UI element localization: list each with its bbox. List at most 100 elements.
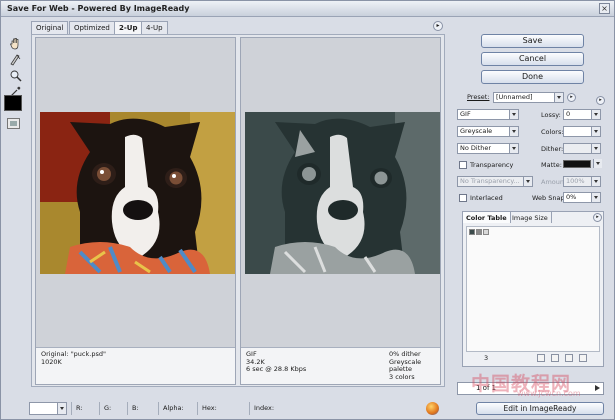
web-snap-value: 0% <box>566 193 577 201</box>
save-button[interactable]: Save <box>481 34 584 48</box>
chevron-down-icon <box>591 193 600 202</box>
tab-image-size[interactable]: Image Size <box>509 212 552 223</box>
transparency-label: Transparency <box>470 161 514 169</box>
tab-2-up[interactable]: 2-Up <box>114 21 143 34</box>
color-table-toolbar: 3 <box>467 354 601 364</box>
eyedropper-color-swatch[interactable] <box>4 95 22 111</box>
chevron-down-icon <box>593 159 602 168</box>
next-frame-icon[interactable] <box>595 385 600 391</box>
title-bar[interactable]: Save For Web - Powered By ImageReady × <box>1 1 614 17</box>
color-table-menu-icon[interactable]: ▸ <box>593 213 602 222</box>
optimization-settings: Preset: [Unnamed] ▸ ▸ GIF Lossy: 0 Greys… <box>457 90 605 206</box>
matte-color-swatch[interactable] <box>563 160 591 168</box>
color-swatch-2[interactable] <box>476 229 482 235</box>
watermark-url: www.jcwcn.com <box>517 389 581 398</box>
preset-select[interactable]: [Unnamed] <box>493 92 564 103</box>
tab-4-up[interactable]: 4-Up <box>141 21 168 34</box>
settings-panel: Save Cancel Done Preset: [Unnamed] ▸ ▸ G… <box>451 21 611 420</box>
optimized-palette: Greyscale palette <box>389 357 422 374</box>
slice-select-tool-icon[interactable] <box>7 51 23 67</box>
web-snap-label: Web Snap: <box>532 194 567 202</box>
color-swatch-1[interactable] <box>469 229 475 235</box>
file-format-value: GIF <box>460 110 471 118</box>
red-readout-label: R: <box>76 404 83 412</box>
original-pane[interactable]: Original: "puck.psd" 1020K <box>35 37 236 385</box>
preview-menu-icon[interactable]: ▸ <box>433 21 443 31</box>
window-title: Save For Web - Powered By ImageReady <box>7 4 190 13</box>
divider <box>158 402 159 415</box>
new-color-icon[interactable] <box>565 354 573 362</box>
dither-algorithm-value: No Dither <box>460 144 492 152</box>
optimized-dog-image <box>245 112 440 274</box>
trash-icon[interactable] <box>579 354 587 362</box>
green-readout-label: G: <box>104 404 112 412</box>
lossy-field[interactable]: 0 <box>563 109 601 120</box>
chevron-down-icon <box>591 177 600 186</box>
save-for-web-dialog: Save For Web - Powered By ImageReady × O… <box>0 0 615 420</box>
amount-value: 100% <box>566 177 585 185</box>
color-table-grid[interactable] <box>466 226 600 352</box>
hand-tool-icon[interactable] <box>7 35 23 51</box>
lossy-label: Lossy: <box>541 111 561 119</box>
edit-in-imageready-button[interactable]: Edit in ImageReady <box>476 402 604 415</box>
tab-color-table[interactable]: Color Table <box>463 212 511 223</box>
color-swatch-3[interactable] <box>483 229 489 235</box>
original-dog-image <box>40 112 235 274</box>
chevron-down-icon <box>591 110 600 119</box>
tab-optimized[interactable]: Optimized <box>69 21 115 34</box>
optimize-menu-icon[interactable]: ▸ <box>596 96 605 105</box>
chevron-down-icon <box>509 127 518 136</box>
colors-label: Colors: <box>541 128 564 136</box>
original-info-bar: Original: "puck.psd" 1020K <box>36 347 235 384</box>
preview-area: Original: "puck.psd" 1020K GIF 34.2K 6 s… <box>31 34 445 387</box>
dither-algorithm-select[interactable]: No Dither <box>457 143 519 154</box>
status-bar: R: G: B: Alpha: Hex: Index: <box>1 399 471 419</box>
chevron-down-icon <box>591 144 600 153</box>
dither-amount-field[interactable] <box>563 143 601 154</box>
toggle-slices-visibility-icon[interactable] <box>7 118 20 129</box>
color-reduction-value: Greyscale <box>460 127 493 135</box>
interlaced-checkbox[interactable] <box>459 194 467 202</box>
blue-readout-label: B: <box>132 404 139 412</box>
transparency-dither-select[interactable]: No Transparency... <box>457 176 533 187</box>
zoom-tool-icon[interactable] <box>7 67 23 83</box>
transparency-checkbox[interactable] <box>459 161 467 169</box>
colors-field[interactable] <box>563 126 601 137</box>
optimized-colors: 3 colors <box>389 372 415 381</box>
amount-field[interactable]: 100% <box>563 176 601 187</box>
web-shift-icon[interactable] <box>537 354 545 362</box>
presets-menu-icon[interactable]: ▸ <box>567 93 576 102</box>
optimized-pane[interactable]: GIF 34.2K 6 sec @ 28.8 Kbps 0% dither Gr… <box>240 37 441 385</box>
transparency-dither-value: No Transparency... <box>460 177 520 185</box>
interlaced-label: Interlaced <box>470 194 503 202</box>
color-reduction-select[interactable]: Greyscale <box>457 126 519 137</box>
divider <box>197 402 198 415</box>
divider <box>71 402 72 415</box>
zoom-level-select[interactable] <box>29 402 67 415</box>
alpha-readout-label: Alpha: <box>163 404 184 412</box>
color-count: 3 <box>484 354 489 362</box>
color-table-panel: Color Table Image Size ▸ 3 <box>462 211 604 367</box>
index-readout-label: Index: <box>254 404 275 412</box>
web-snap-field[interactable]: 0% <box>563 192 601 203</box>
file-format-select[interactable]: GIF <box>457 109 519 120</box>
divider <box>249 402 250 415</box>
tab-original[interactable]: Original <box>31 21 69 34</box>
divider <box>99 402 100 415</box>
chevron-down-icon <box>509 144 518 153</box>
chevron-down-icon <box>57 403 66 414</box>
original-filesize: 1020K <box>41 357 62 366</box>
hex-readout-label: Hex: <box>202 404 217 412</box>
lock-color-icon[interactable] <box>551 354 559 362</box>
chevron-down-icon <box>554 93 563 102</box>
preview-in-browser-icon[interactable] <box>426 402 439 415</box>
matte-dropdown[interactable] <box>592 159 602 170</box>
chevron-down-icon <box>509 110 518 119</box>
divider <box>127 402 128 415</box>
cancel-button[interactable]: Cancel <box>481 52 584 66</box>
chevron-down-icon <box>523 177 532 186</box>
done-button[interactable]: Done <box>481 70 584 84</box>
chevron-down-icon <box>591 127 600 136</box>
preset-label: Preset: <box>467 93 490 101</box>
close-icon[interactable]: × <box>599 3 610 14</box>
